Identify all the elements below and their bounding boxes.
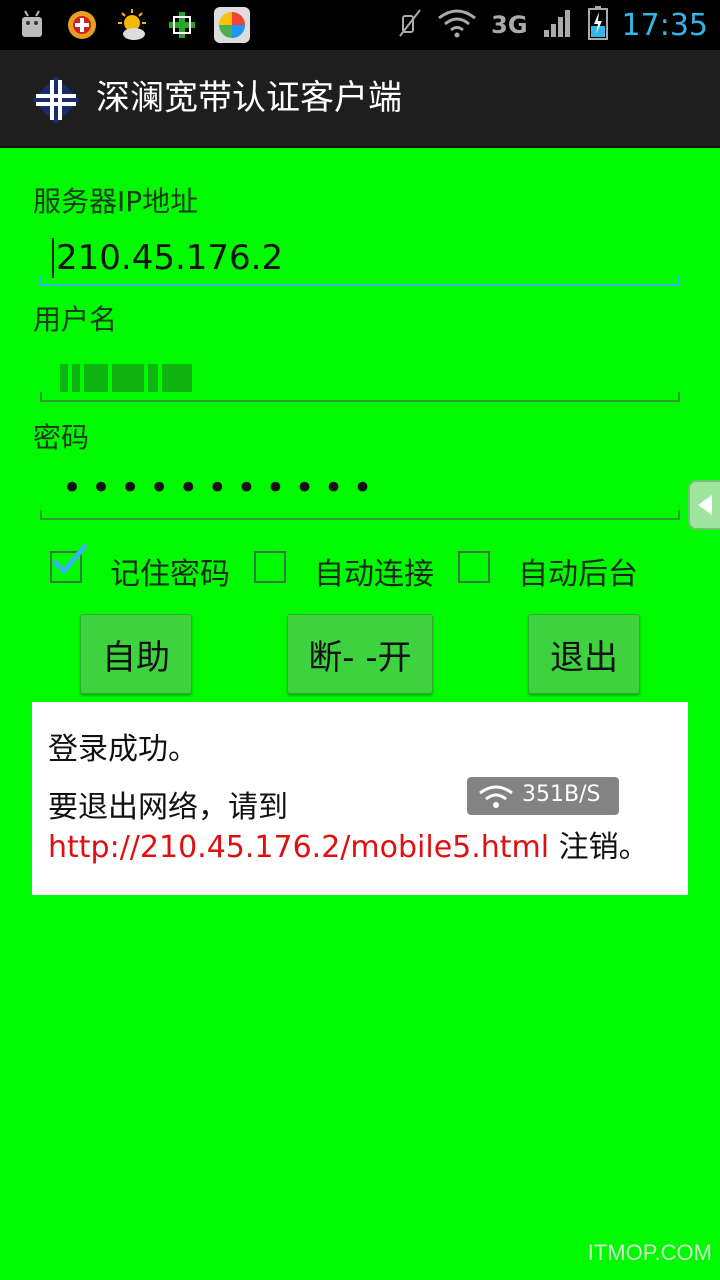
network-speed-text: 351B/S <box>522 782 601 807</box>
auto-connect-label: 自动连接 <box>314 557 434 592</box>
options-row: 记住密码 自动连接 自动后台 <box>0 543 720 595</box>
clock: 17:35 <box>621 7 708 43</box>
battery-charging-icon <box>587 6 608 44</box>
server-ip-value: 210.45.176.2 <box>56 238 284 278</box>
password-input[interactable]: ••••••••••• <box>40 468 680 520</box>
app-icon-tiles <box>214 7 250 43</box>
status-bar: 3G 17:35 <box>0 0 720 50</box>
server-ip-label: 服务器IP地址 <box>33 185 199 218</box>
notification-icons <box>14 7 250 43</box>
disconnect-button[interactable]: 断- -开 <box>287 614 433 694</box>
logout-link[interactable]: http://210.45.176.2/mobile5.html <box>48 830 549 865</box>
password-value: ••••••••••• <box>62 468 382 508</box>
signal-icon <box>542 8 574 42</box>
cross-logo-icon <box>30 74 82 126</box>
auto-connect-checkbox[interactable] <box>254 551 286 583</box>
logout-prefix: 要退出网络，请到 <box>48 790 288 825</box>
android-debug-icon <box>14 7 50 43</box>
side-drawer-handle[interactable] <box>688 480 720 530</box>
app-title: 深澜宽带认证客户端 <box>96 78 402 118</box>
username-label: 用户名 <box>33 303 118 336</box>
login-status-text: 登录成功。 <box>48 732 198 767</box>
app-icon-green <box>164 7 200 43</box>
remember-password-label: 记住密码 <box>110 557 230 592</box>
remember-password-checkbox[interactable] <box>50 543 88 583</box>
password-label: 密码 <box>33 421 90 454</box>
wifi-icon <box>479 785 513 808</box>
username-input[interactable] <box>40 350 680 402</box>
weather-icon <box>114 7 150 43</box>
app-icon-red <box>64 7 100 43</box>
mute-icon <box>397 8 423 42</box>
exit-button[interactable]: 退出 <box>528 614 640 694</box>
arrow-left-icon <box>698 495 712 515</box>
text-cursor <box>52 238 54 278</box>
wifi-icon <box>437 8 477 42</box>
auto-background-checkbox[interactable] <box>458 551 490 583</box>
watermark: ITMOP.COM <box>587 1240 712 1265</box>
self-service-button[interactable]: 自助 <box>80 614 192 694</box>
action-bar: 深澜宽带认证客户端 <box>0 50 720 148</box>
logout-suffix: 注销。 <box>549 830 649 865</box>
auto-background-label: 自动后台 <box>518 557 638 592</box>
checkmark-icon <box>52 543 88 575</box>
network-type-label: 3G <box>491 11 528 39</box>
system-status: 3G 17:35 <box>397 0 708 50</box>
server-ip-input[interactable]: 210.45.176.2 <box>40 234 680 286</box>
username-value-obscured <box>60 364 192 392</box>
network-speed-overlay[interactable]: 351B/S <box>467 777 619 815</box>
